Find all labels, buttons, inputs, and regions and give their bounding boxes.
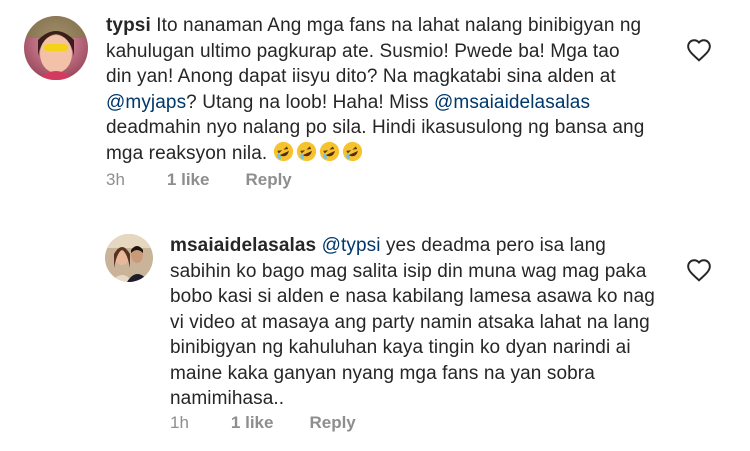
comment-text: ? Utang na loob! Haha! Miss — [186, 91, 434, 113]
rolling-on-floor-laughing-emoji — [342, 141, 362, 161]
comment-text: yes deadma pero isa lang sabihin ko bago… — [170, 235, 655, 409]
mention-link[interactable]: @msaiaidelasalas — [434, 92, 590, 113]
comment-text: deadmahin nyo nalang po sila. Hindi ikas… — [106, 117, 645, 164]
rolling-on-floor-laughing-emoji — [296, 141, 316, 161]
reply-button[interactable]: Reply — [309, 413, 355, 433]
comment-body: typsi Ito nanaman Ang mga fans na lahat … — [106, 13, 646, 166]
likes-count[interactable]: 1 like — [231, 413, 274, 433]
avatar[interactable] — [105, 234, 153, 282]
mention-link[interactable]: @myjaps — [106, 92, 186, 113]
like-heart-icon[interactable] — [686, 258, 712, 282]
comment-body: msaiaidelasalas @typsi yes deadma pero i… — [170, 233, 670, 412]
comment-text: Ito nanaman Ang mga fans na lahat nalang… — [106, 15, 642, 87]
mention-link[interactable]: @typsi — [322, 235, 381, 256]
comment-username[interactable]: msaiaidelasalas — [170, 235, 316, 256]
comment-username[interactable]: typsi — [106, 15, 151, 36]
rolling-on-floor-laughing-emoji — [273, 141, 293, 161]
comment-meta: 1h 1 like Reply — [170, 413, 356, 433]
rolling-on-floor-laughing-emoji — [319, 141, 339, 161]
comment-meta: 3h 1 like Reply — [106, 170, 292, 190]
comment-time: 1h — [170, 413, 189, 432]
likes-count[interactable]: 1 like — [167, 170, 210, 190]
comment-time: 3h — [106, 170, 125, 189]
emoji-group — [273, 141, 365, 164]
reply-button[interactable]: Reply — [245, 170, 291, 190]
avatar[interactable] — [24, 16, 88, 80]
like-heart-icon[interactable] — [686, 38, 712, 62]
